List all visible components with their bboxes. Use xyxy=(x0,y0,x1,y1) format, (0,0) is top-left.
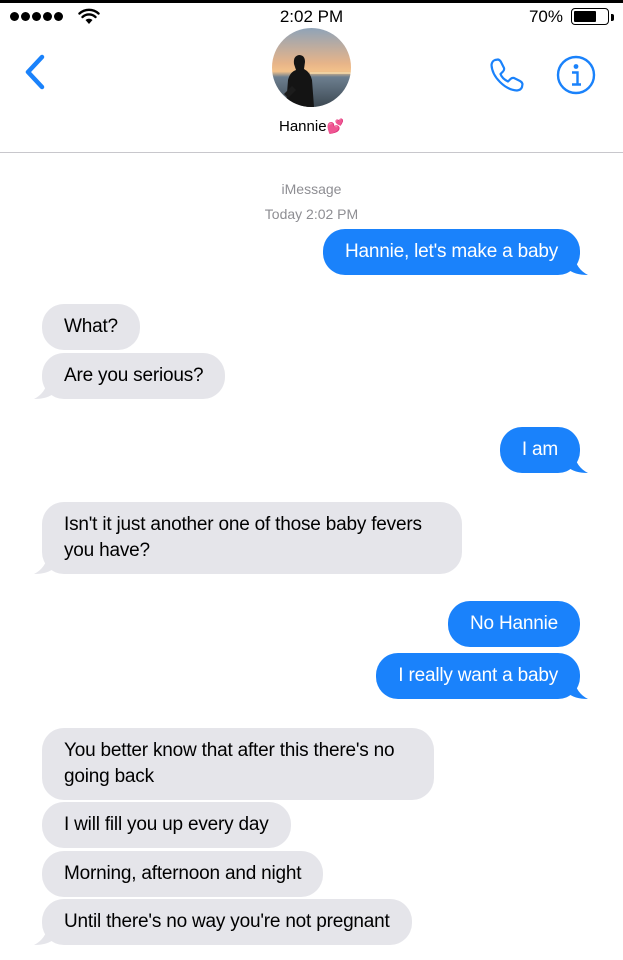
battery-icon xyxy=(571,8,609,25)
message-text: No Hannie xyxy=(470,613,558,634)
incoming-message[interactable]: Isn't it just another one of those baby … xyxy=(34,502,462,574)
message-text: You better know that after this there's … xyxy=(64,740,395,787)
incoming-message[interactable]: Are you serious? xyxy=(34,353,226,399)
message-text: I am xyxy=(521,439,558,460)
avatar-photo xyxy=(272,28,351,107)
phone-icon[interactable] xyxy=(486,54,528,96)
bubble-tail xyxy=(34,379,54,399)
incoming-message[interactable]: Until there's no way you're not pregnant xyxy=(34,899,412,945)
incoming-message[interactable]: Morning, afternoon and night xyxy=(42,851,324,897)
contact-emoji: 💕 xyxy=(326,118,344,134)
bubble-tail xyxy=(568,453,588,473)
contact-name-text: Hannie xyxy=(279,118,327,135)
message-text: Hannie, let's make a baby xyxy=(344,241,558,262)
incoming-message[interactable]: You better know that after this there's … xyxy=(42,728,434,800)
outgoing-message[interactable]: Hannie, let's make a baby xyxy=(322,229,588,275)
message-text: Until there's no way you're not pregnant xyxy=(64,911,390,932)
message-text: I really want a baby xyxy=(398,665,558,686)
contact-name[interactable]: Hannie💕 xyxy=(0,118,623,135)
battery-level-fill xyxy=(574,11,596,22)
chevron-left-icon[interactable] xyxy=(20,52,50,92)
message-text: I will fill you up every day xyxy=(64,814,269,835)
conversation-header: Hannie💕 xyxy=(0,28,623,153)
thread-timestamp: Today 2:02 PM xyxy=(0,206,623,222)
top-edge xyxy=(0,0,623,3)
bubble-tail xyxy=(34,925,54,945)
message-text: What? xyxy=(64,316,118,337)
battery-percent: 70% xyxy=(528,7,563,26)
bubble-tail xyxy=(568,679,588,699)
outgoing-message[interactable]: I really want a baby xyxy=(376,653,588,699)
bubble-tail xyxy=(34,554,54,574)
service-label: iMessage xyxy=(281,181,342,197)
status-bar: 2:02 PM 70% xyxy=(0,5,623,29)
message-text: Are you serious? xyxy=(64,365,204,386)
incoming-message[interactable]: I will fill you up every day xyxy=(42,802,291,848)
message-text: Morning, afternoon and night xyxy=(64,863,302,884)
info-icon[interactable] xyxy=(555,54,597,96)
message-text: Isn't it just another one of those baby … xyxy=(64,514,422,561)
timestamp-day: Today xyxy=(264,206,303,222)
battery-nub xyxy=(611,14,614,21)
bubble-tail xyxy=(568,255,588,275)
outgoing-message[interactable]: No Hannie xyxy=(448,601,580,647)
timestamp-time: 2:02 PM xyxy=(306,206,359,222)
avatar[interactable] xyxy=(272,28,351,107)
outgoing-message[interactable]: I am xyxy=(499,427,588,473)
incoming-message[interactable]: What? xyxy=(42,304,140,350)
